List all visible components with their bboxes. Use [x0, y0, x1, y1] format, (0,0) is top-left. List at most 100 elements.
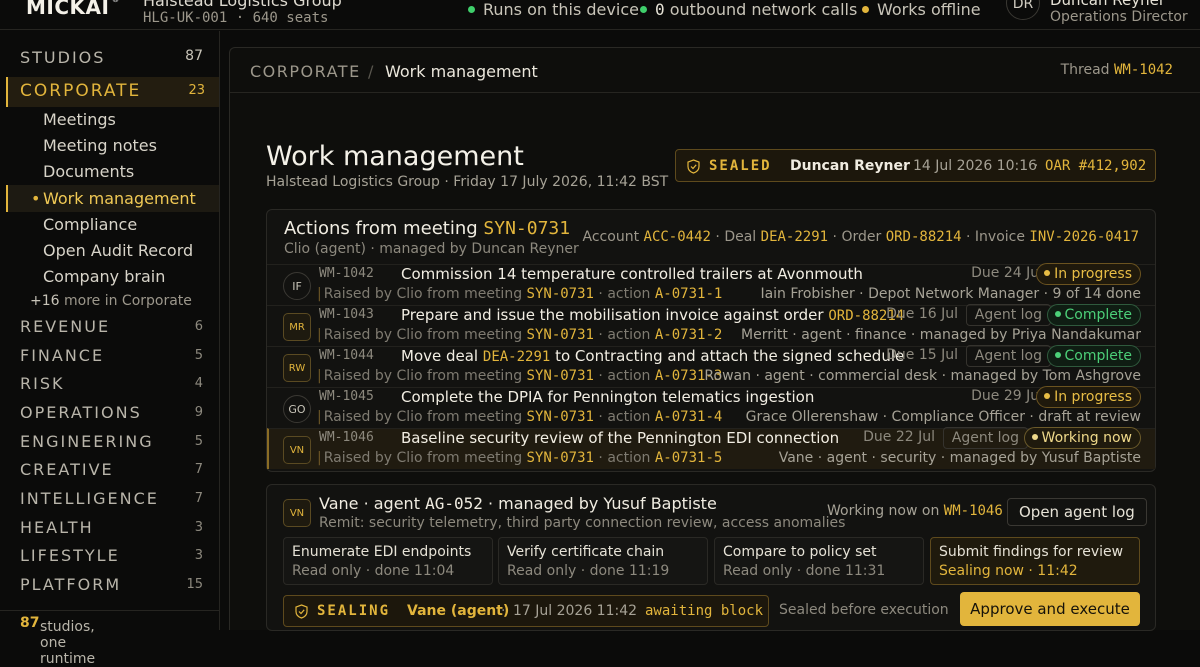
sidebar-group-count: 23 — [188, 83, 205, 98]
task-title[interactable]: Complete the DPIA for Pennington telemat… — [401, 388, 814, 406]
status-badge: In progress — [1036, 386, 1141, 408]
breadcrumb-section[interactable]: CORPORATE — [250, 62, 361, 81]
agent-step-current[interactable]: Submit findings for review Sealing now · … — [930, 537, 1140, 585]
agent-step[interactable]: Verify certificate chain Read only · done… — [498, 537, 708, 585]
sidebar-group-revenue[interactable]: REVENUE — [20, 317, 110, 336]
status-dot-icon — [468, 6, 475, 13]
app-logo[interactable]: MICKAI® — [26, 0, 120, 19]
sidebar-group-operations[interactable]: OPERATIONS — [20, 403, 142, 422]
seal-by: Duncan Reyner — [790, 158, 910, 174]
table-row[interactable]: IF WM-1042 Commission 14 temperature con… — [267, 263, 1155, 305]
indicator-offline: Works offline — [862, 0, 981, 19]
sidebar-item-meeting-notes[interactable]: Meeting notes — [43, 136, 157, 155]
meeting-link[interactable]: SYN-0731 — [527, 327, 594, 343]
deal-link[interactable]: DEA-2291 — [761, 229, 828, 245]
sidebar-group-finance[interactable]: FINANCE — [20, 346, 104, 365]
task-title[interactable]: Baseline security review of the Penningt… — [401, 429, 839, 447]
sealed-before-note: Sealed before execution — [779, 602, 949, 618]
open-agent-log-button[interactable]: Open agent log — [1007, 498, 1147, 526]
task-owner: Iain Frobisher · Depot Network Manager ·… — [760, 286, 1141, 302]
sidebar-group-count: 3 — [194, 520, 203, 535]
sidebar-studios-heading: STUDIOS — [20, 48, 106, 67]
task-title[interactable]: Move deal DEA-2291 to Contracting and at… — [401, 347, 904, 365]
sidebar-group-count: 7 — [194, 491, 203, 506]
agent-log-button[interactable]: Agent log — [942, 427, 1028, 449]
sidebar-group-engineering[interactable]: ENGINEERING — [20, 432, 154, 451]
seal-time: 14 Jul 2026 10:16 — [913, 158, 1038, 174]
thread-id-link[interactable]: WM-1042 — [1114, 62, 1173, 78]
due-date: Due 24 Jul — [971, 265, 1043, 281]
table-row[interactable]: GO WM-1045 Complete the DPIA for Penning… — [267, 386, 1155, 428]
agent-log-button[interactable]: Agent log — [965, 345, 1051, 367]
sidebar-group-intelligence[interactable]: INTELLIGENCE — [20, 489, 159, 508]
avatar: GO — [283, 395, 311, 423]
sidebar-more-link[interactable]: +16 more in Corporate — [30, 293, 192, 309]
agent-step[interactable]: Enumerate EDI endpoints Read only · done … — [283, 537, 493, 585]
sidebar-group-corporate[interactable]: CORPORATE 23 — [6, 77, 219, 107]
invoice-link[interactable]: INV-2026-0417 — [1029, 229, 1139, 245]
shield-check-icon — [687, 159, 700, 174]
sidebar-group-creative[interactable]: CREATIVE — [20, 460, 114, 479]
status-badge: Complete — [1046, 304, 1141, 326]
task-owner: Merritt · agent · finance · managed by P… — [741, 327, 1141, 343]
task-title[interactable]: Prepare and issue the mobilisation invoi… — [401, 306, 904, 324]
table-row[interactable]: MR WM-1043 Prepare and issue the mobilis… — [267, 304, 1155, 346]
sidebar-group-count: 9 — [194, 405, 203, 420]
approve-execute-button[interactable]: Approve and execute — [960, 592, 1140, 626]
task-link[interactable]: WM-1046 — [944, 503, 1003, 519]
top-bar: MICKAI® Halstead Logistics Group HLG-UK-… — [0, 0, 1200, 30]
table-row-active[interactable]: VN WM-1046 Baseline security review of t… — [267, 427, 1155, 469]
sidebar-footer: 87 studios, one runtime — [0, 610, 220, 667]
sealing-state: awaiting block — [645, 603, 764, 619]
sidebar-group-health[interactable]: HEALTH — [20, 518, 94, 537]
deal-link[interactable]: DEA-2291 — [483, 349, 550, 365]
breadcrumb-current: Work management — [385, 62, 538, 81]
agent-remit: Remit: security telemetry, third party c… — [319, 515, 846, 531]
sidebar-item-compliance[interactable]: Compliance — [43, 215, 137, 234]
sidebar-item-documents[interactable]: Documents — [43, 162, 134, 181]
order-link[interactable]: ORD-88214 — [886, 229, 962, 245]
sidebar-group-count: 3 — [194, 548, 203, 563]
sidebar-group-risk[interactable]: RISK — [20, 374, 64, 393]
avatar: IF — [283, 272, 311, 300]
sidebar-item-meetings[interactable]: Meetings — [43, 110, 116, 129]
meeting-id-link[interactable]: SYN-0731 — [483, 218, 570, 239]
sidebar-group-platform[interactable]: PLATFORM — [20, 575, 121, 594]
sidebar-item-company-brain[interactable]: Company brain — [43, 267, 165, 286]
meeting-link[interactable]: SYN-0731 — [527, 450, 594, 466]
task-id: WM-1046 — [319, 430, 374, 445]
status-badge: Complete — [1046, 345, 1141, 367]
due-date: Due 29 Jul — [971, 388, 1043, 404]
action-link[interactable]: A-0731-5 — [655, 450, 722, 466]
breadcrumb-separator: / — [368, 62, 374, 81]
actions-title: Actions from meeting SYN-0731 — [284, 218, 571, 239]
sidebar-item-work-management[interactable]: • Work management — [31, 189, 196, 208]
task-provenance: | Raised by Clio from meeting SYN-0731 · … — [317, 327, 723, 343]
table-row[interactable]: RW WM-1044 Move deal DEA-2291 to Contrac… — [267, 345, 1155, 387]
action-link[interactable]: A-0731-2 — [655, 327, 722, 343]
agent-step[interactable]: Compare to policy set Read only · done 11… — [714, 537, 924, 585]
meeting-link[interactable]: SYN-0731 — [527, 409, 594, 425]
agent-log-button[interactable]: Agent log — [965, 304, 1051, 326]
action-link[interactable]: A-0731-4 — [655, 409, 722, 425]
status-badge: Working now — [1023, 427, 1141, 449]
actions-card: Actions from meeting SYN-0731 Clio (agen… — [266, 209, 1156, 472]
page-subtitle: Halstead Logistics Group · Friday 17 Jul… — [266, 174, 669, 190]
page-title: Work management — [266, 141, 524, 172]
sidebar-group-count: 5 — [194, 348, 203, 363]
seal-record-link[interactable]: OAR #412,902 — [1045, 158, 1146, 174]
task-title[interactable]: Commission 14 temperature controlled tra… — [401, 265, 863, 283]
meeting-link[interactable]: SYN-0731 — [527, 286, 594, 302]
user-avatar[interactable]: DR — [1006, 0, 1040, 20]
task-owner: Grace Ollerenshaw · Compliance Officer ·… — [745, 409, 1141, 425]
due-date: Due 15 Jul — [886, 347, 958, 363]
sidebar-group-lifestyle[interactable]: LIFESTYLE — [20, 546, 120, 565]
account-link[interactable]: ACC-0442 — [644, 229, 711, 245]
action-link[interactable]: A-0731-1 — [655, 286, 722, 302]
task-id: WM-1042 — [319, 266, 374, 281]
sidebar-item-open-audit-record[interactable]: Open Audit Record — [43, 241, 193, 260]
sealing-status: SEALING — [317, 603, 391, 619]
sidebar-group-count: 15 — [186, 577, 203, 592]
due-date: Due 16 Jul — [886, 306, 958, 322]
meeting-link[interactable]: SYN-0731 — [527, 368, 594, 384]
